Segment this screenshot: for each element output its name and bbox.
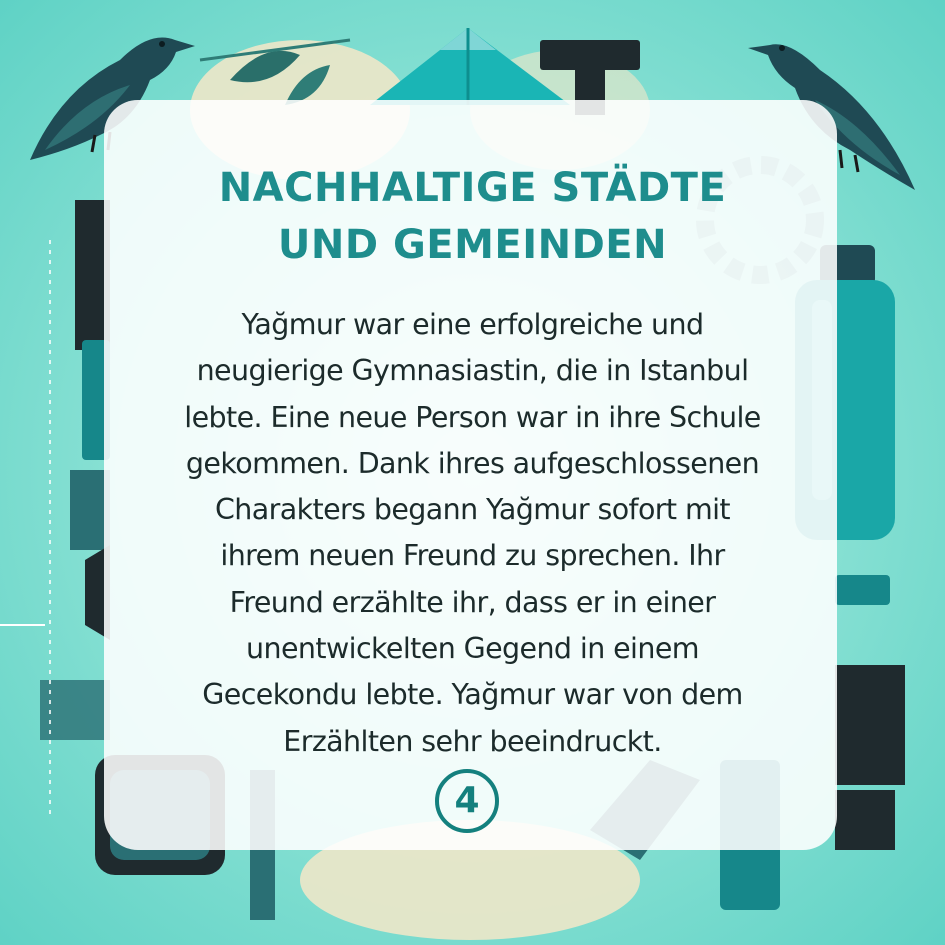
page-title: NACHHALTIGE STÄDTE UND GEMEINDEN (0, 160, 945, 274)
page-number-badge: 4 (433, 767, 501, 835)
page-number: 4 (454, 780, 480, 821)
illustration-page: NACHHALTIGE STÄDTE UND GEMEINDEN Yağmur … (0, 0, 945, 945)
story-text: Yağmur war eine erfolgreiche und neugier… (184, 308, 761, 758)
title-line-1: NACHHALTIGE STÄDTE (218, 165, 727, 211)
title-line-2: UND GEMEINDEN (277, 222, 668, 268)
